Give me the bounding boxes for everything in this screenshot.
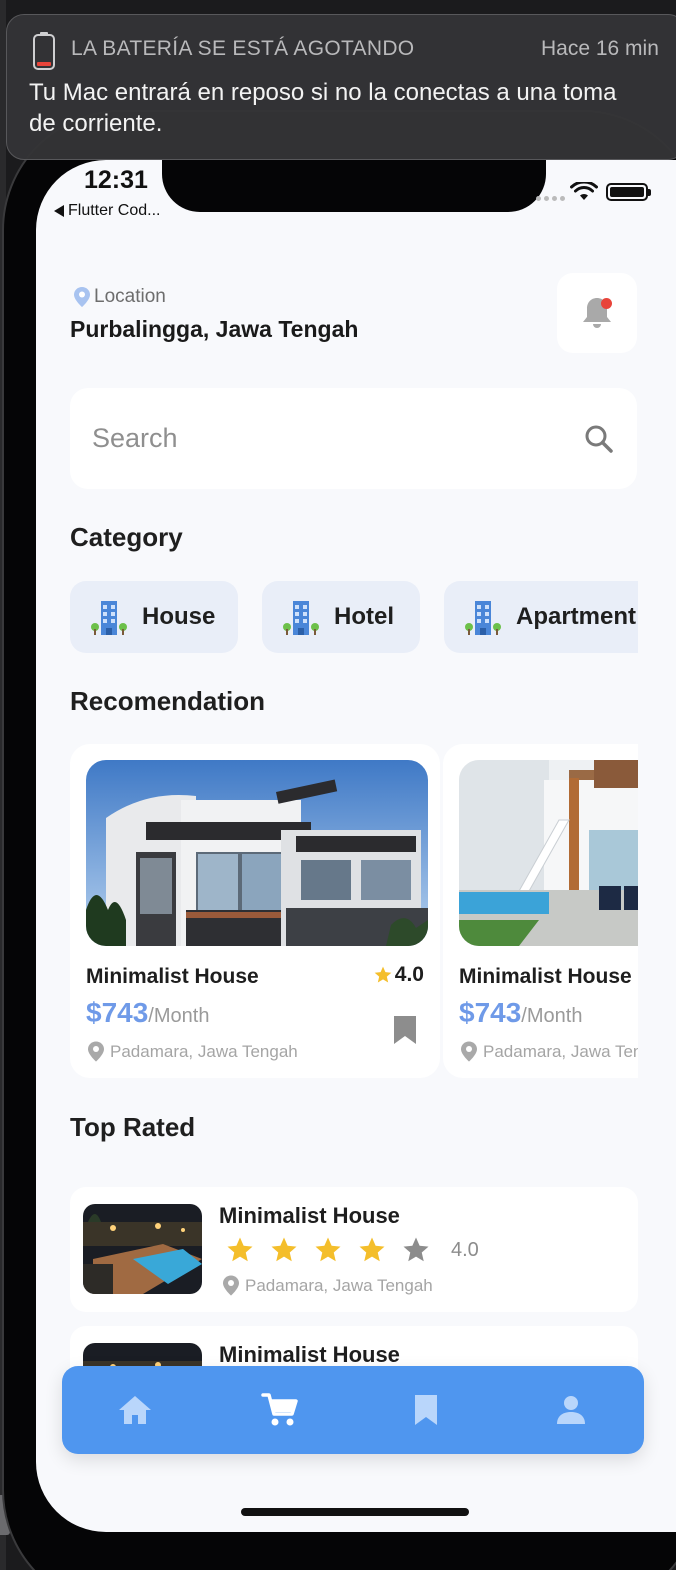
- search-input[interactable]: [92, 423, 583, 454]
- card-price: $743/Month: [86, 997, 209, 1029]
- house-photo: [86, 760, 428, 946]
- notification-button[interactable]: [557, 273, 637, 353]
- recommendation-list: Minimalist House 4.0 $743/Month Padamara…: [70, 744, 638, 1078]
- card-title: Minimalist House: [459, 965, 632, 988]
- star-icon: [374, 966, 392, 983]
- card-title: Minimalist House: [86, 965, 259, 988]
- signal-icon: [536, 196, 565, 201]
- star-icon: [227, 1237, 253, 1262]
- recommendation-card[interactable]: Minimalist House 4.0 $743/Month Padamara…: [70, 744, 440, 1078]
- back-to-app-link[interactable]: Flutter Cod...: [54, 202, 160, 220]
- battery-icon: [606, 183, 648, 201]
- location-label: Location: [74, 286, 166, 308]
- top-rated-title-text: Minimalist House: [219, 1342, 400, 1367]
- top-rated-location-text: Padamara, Jawa Tengah: [245, 1275, 433, 1295]
- notification-time: Hace 16 min: [541, 37, 659, 60]
- bookmark-button[interactable]: [392, 1014, 418, 1051]
- building-icon: [283, 601, 319, 635]
- card-price-period: /Month: [148, 1005, 210, 1027]
- category-house[interactable]: House: [70, 581, 238, 653]
- map-pin-icon: [223, 1275, 239, 1296]
- star-rating: 4.0: [225, 1235, 479, 1265]
- top-rated-location: Padamara, Jawa Tengah: [223, 1275, 433, 1296]
- location-value[interactable]: Purbalingga, Jawa Tengah: [70, 316, 358, 343]
- system-notification[interactable]: LA BATERÍA SE ESTÁ AGOTANDO Hace 16 min …: [6, 14, 676, 160]
- notch: [162, 160, 546, 212]
- card-rating-value: 4.0: [394, 963, 424, 986]
- search-icon[interactable]: [583, 423, 615, 455]
- bookmark-icon: [394, 1016, 416, 1044]
- nav-home[interactable]: [105, 1380, 165, 1440]
- house-thumbnail: [83, 1204, 202, 1294]
- category-hotel[interactable]: Hotel: [262, 581, 420, 653]
- bookmark-icon: [414, 1395, 437, 1425]
- map-pin-icon: [461, 1041, 477, 1062]
- star-icon: [315, 1237, 341, 1262]
- person-icon: [557, 1396, 586, 1424]
- top-rated-item[interactable]: Minimalist House 4.0 Padamara, Jawa Teng…: [70, 1187, 638, 1312]
- notification-title: LA BATERÍA SE ESTÁ AGOTANDO: [71, 37, 415, 60]
- card-location: Padamara, Jawa Tengah: [88, 1041, 298, 1062]
- notification-badge: [601, 298, 612, 309]
- nav-bookmark[interactable]: [396, 1380, 456, 1440]
- building-icon: [91, 601, 127, 635]
- location-label-text: Location: [94, 286, 166, 307]
- search-bar[interactable]: [70, 388, 637, 489]
- cart-icon: [261, 1393, 298, 1426]
- nav-cart[interactable]: [250, 1380, 310, 1440]
- star-empty-icon: [403, 1237, 429, 1262]
- card-rating: 4.0: [373, 963, 424, 987]
- card-location-text: Padamara, Jawa Tengah: [110, 1041, 298, 1061]
- recommendation-title: Recomendation: [70, 686, 266, 716]
- category-label: Apartment: [516, 603, 637, 630]
- card-location: Padamara, Jawa Tengah: [461, 1041, 638, 1062]
- battery-tip: [648, 189, 651, 196]
- home-icon: [118, 1396, 151, 1424]
- card-price-value: $743: [86, 997, 149, 1028]
- category-label: House: [142, 603, 216, 630]
- star-icon: [359, 1237, 385, 1262]
- status-time: 12:31: [84, 166, 148, 194]
- wifi-icon: [570, 182, 598, 200]
- card-price-value: $743: [459, 997, 522, 1028]
- card-location-text: Padamara, Jawa Tengah: [483, 1041, 638, 1061]
- recommendation-card[interactable]: Minimalist House $743/Month Padamara, Ja…: [443, 744, 638, 1078]
- category-apartment[interactable]: Apartment: [444, 581, 638, 653]
- notification-message: Tu Mac entrará en reposo si no la conect…: [29, 79, 617, 137]
- category-list: House Hotel Apartment: [70, 581, 638, 653]
- desktop: 12:31 Flutter Cod... Location Purbalingg…: [0, 0, 676, 1570]
- card-price: $743/Month: [459, 997, 582, 1029]
- house-photo: [459, 760, 638, 946]
- back-app-label: Flutter Cod...: [68, 202, 161, 219]
- back-arrow-icon: [54, 205, 64, 217]
- map-pin-icon: [74, 287, 90, 307]
- low-battery-icon: [33, 32, 55, 70]
- category-title: Category: [70, 522, 183, 552]
- star-icon: [271, 1237, 297, 1262]
- top-rated-title: Top Rated: [70, 1112, 196, 1142]
- building-icon: [465, 601, 501, 635]
- rating-score: 4.0: [451, 1238, 479, 1261]
- top-rated-title-text: Minimalist House: [219, 1203, 400, 1228]
- card-price-period: /Month: [521, 1005, 583, 1027]
- nav-profile[interactable]: [541, 1380, 601, 1440]
- home-indicator[interactable]: [241, 1508, 469, 1516]
- map-pin-icon: [88, 1041, 104, 1062]
- app-screen: 12:31 Flutter Cod... Location Purbalingg…: [36, 160, 676, 1532]
- category-label: Hotel: [334, 603, 394, 630]
- bottom-navigation: [62, 1366, 644, 1454]
